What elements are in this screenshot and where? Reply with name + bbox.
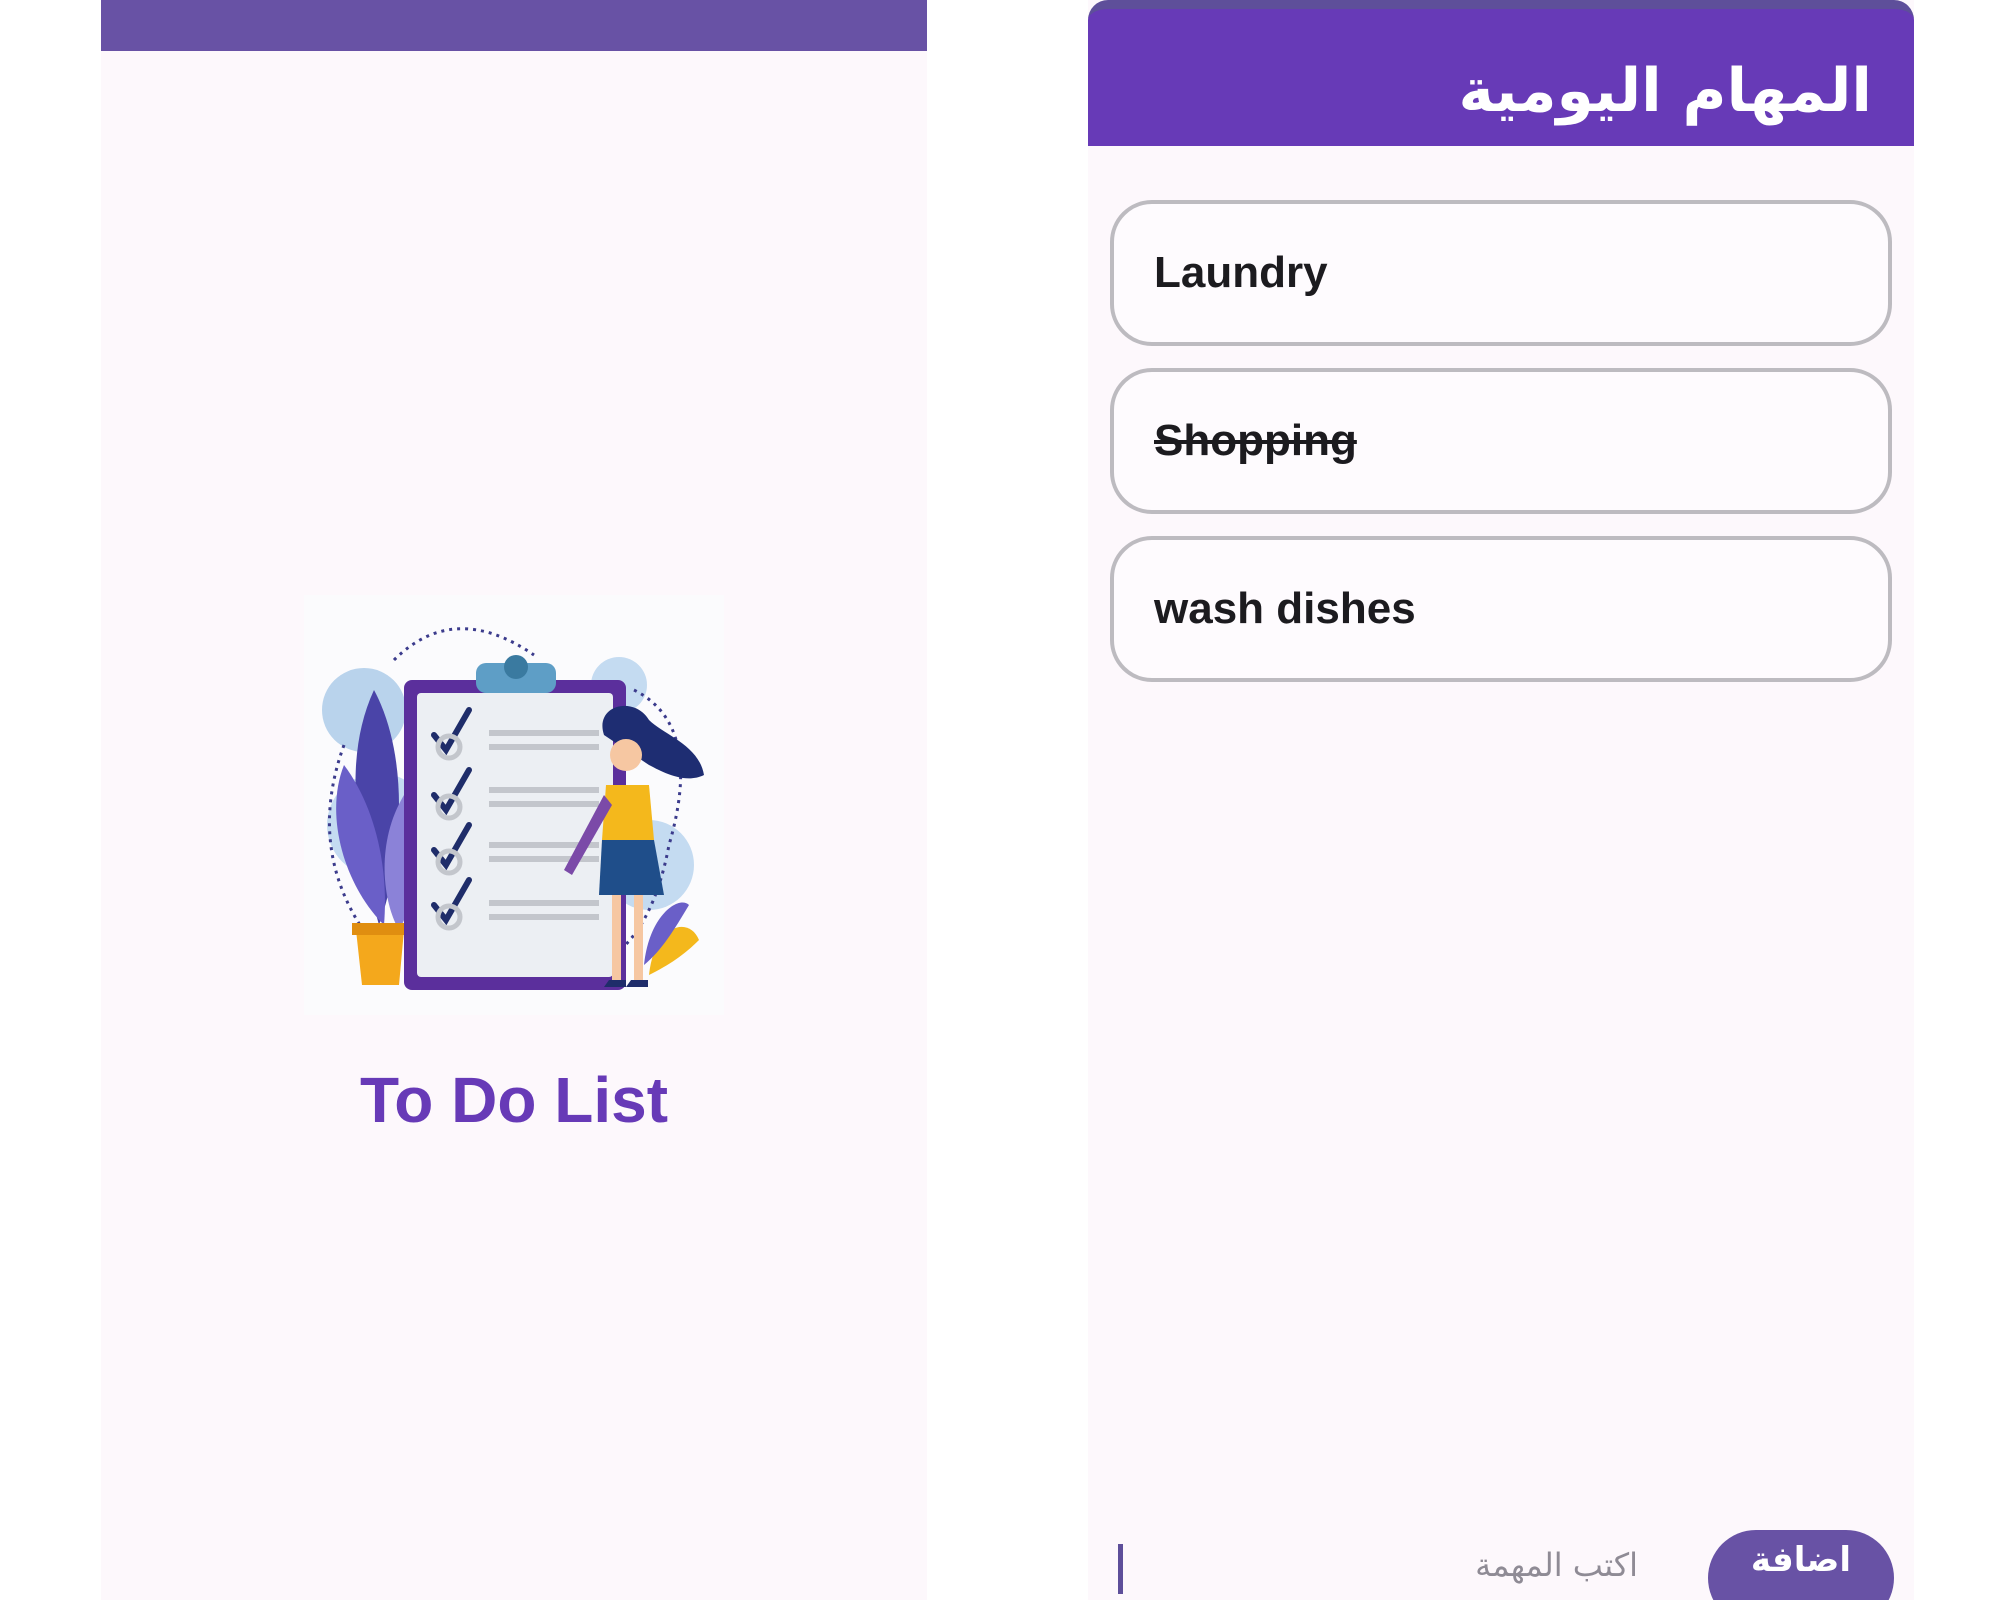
app-bar: المهام اليومية — [1088, 0, 1914, 146]
task-input[interactable] — [1133, 1530, 1638, 1600]
task-input-bar: اضافة — [1088, 1520, 1914, 1600]
splash-screen: To Do List — [101, 0, 927, 1600]
task-item-wash-dishes[interactable]: wash dishes — [1110, 536, 1892, 682]
splash-status-bar — [101, 0, 927, 51]
task-list-screen: المهام اليومية Laundry Shopping wash dis… — [1088, 0, 1914, 1600]
task-item-laundry[interactable]: Laundry — [1110, 200, 1892, 346]
splash-title: To Do List — [359, 1064, 669, 1136]
app-bar-title: المهام اليومية — [1458, 56, 1872, 126]
add-task-button[interactable]: اضافة — [1708, 1530, 1894, 1600]
task-item-text: Laundry — [1154, 248, 1328, 297]
task-item-shopping[interactable]: Shopping — [1110, 368, 1892, 514]
screenshot-stage: To Do List المهام اليومية Laundry Shoppi… — [0, 0, 2000, 1600]
clipboard-checklist-illustration — [304, 595, 724, 1015]
task-item-text: wash dishes — [1154, 584, 1416, 633]
task-item-text: Shopping — [1154, 416, 1357, 465]
task-list: Laundry Shopping wash dishes — [1110, 200, 1892, 704]
text-cursor — [1118, 1544, 1123, 1594]
